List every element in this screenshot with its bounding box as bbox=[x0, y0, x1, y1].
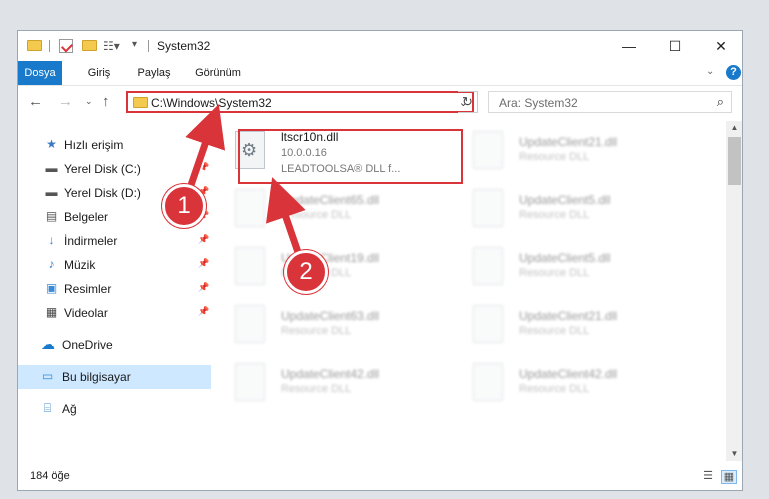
arrow-1 bbox=[185, 104, 226, 190]
step-2-badge: 2 bbox=[284, 250, 328, 294]
step-1-badge: 1 bbox=[162, 184, 206, 228]
annotation-arrows bbox=[184, 104, 306, 264]
arrow-2 bbox=[265, 177, 306, 260]
